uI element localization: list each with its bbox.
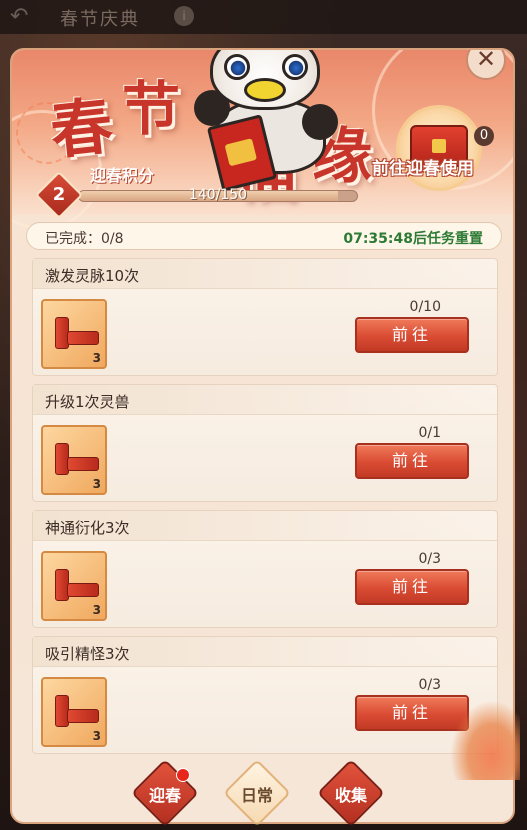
festival-panel: 春 节 福 缘 迎春积分 140/150 2 0 前往迎春使用 ✕ 已完成：0/… xyxy=(10,48,515,824)
tab-daily-label: 日常 xyxy=(240,786,273,805)
score-progress-text: 140/150 xyxy=(188,187,248,203)
go-button[interactable]: 前往 xyxy=(355,569,469,605)
use-points-link[interactable]: 前往迎春使用 xyxy=(372,154,474,179)
title-char-2: 节 xyxy=(122,75,181,143)
level-number: 2 xyxy=(52,184,66,205)
task-card: 激发灵脉10次 3 0/10 前往 xyxy=(32,258,498,376)
reward-quantity: 3 xyxy=(92,729,101,743)
notification-dot xyxy=(176,768,190,782)
task-title: 神通衍化3次 xyxy=(45,519,130,537)
top-title: 春节庆典 xyxy=(60,9,140,30)
go-button[interactable]: 前往 xyxy=(355,443,469,479)
task-card: 升级1次灵兽 3 0/1 前往 xyxy=(32,384,498,502)
panel-header: 春 节 福 缘 迎春积分 140/150 2 0 前往迎春使用 xyxy=(12,50,513,230)
tab-daily[interactable]: 日常 xyxy=(223,759,291,827)
firecracker-reward-icon[interactable]: 3 xyxy=(41,425,107,495)
firecracker-reward-icon[interactable]: 3 xyxy=(41,551,107,621)
reset-timer: 07:35:48后任务重置 xyxy=(343,231,483,247)
reward-quantity: 3 xyxy=(92,477,101,491)
task-progress: 0/10 xyxy=(409,299,441,315)
info-icon[interactable]: i xyxy=(174,6,194,26)
completed-count: 已完成：0/8 xyxy=(45,231,124,247)
task-title: 激发灵脉10次 xyxy=(45,267,140,285)
task-card: 神通衍化3次 3 0/3 前往 xyxy=(32,510,498,628)
go-button[interactable]: 前往 xyxy=(355,317,469,353)
lion-dance-mascot xyxy=(190,50,340,192)
tab-collect[interactable]: 收集 xyxy=(317,759,385,827)
task-progress: 0/3 xyxy=(418,677,441,693)
back-arrow-icon[interactable]: ↶ xyxy=(10,4,28,29)
reward-quantity: 3 xyxy=(92,351,101,365)
flame-decoration xyxy=(450,700,520,780)
task-title: 升级1次灵兽 xyxy=(45,393,130,411)
tab-spring-label: 迎春 xyxy=(148,786,181,805)
task-status-bar: 已完成：0/8 07:35:48后任务重置 xyxy=(26,222,502,250)
firecracker-reward-icon[interactable]: 3 xyxy=(41,299,107,369)
task-progress: 0/1 xyxy=(418,425,441,441)
reward-quantity: 3 xyxy=(92,603,101,617)
task-card: 吸引精怪3次 3 0/3 前往 xyxy=(32,636,498,754)
task-progress: 0/3 xyxy=(418,551,441,567)
tab-collect-label: 收集 xyxy=(334,786,367,805)
title-char-1: 春 xyxy=(46,88,117,169)
top-bar: ↶ 春节庆典 i xyxy=(0,0,527,34)
score-label: 迎春积分 xyxy=(90,166,155,185)
tab-spring[interactable]: 迎春 xyxy=(131,759,199,827)
task-title: 吸引精怪3次 xyxy=(45,645,130,663)
firecracker-reward-icon[interactable]: 3 xyxy=(41,677,107,747)
chest-count-badge: 0 xyxy=(474,126,494,146)
